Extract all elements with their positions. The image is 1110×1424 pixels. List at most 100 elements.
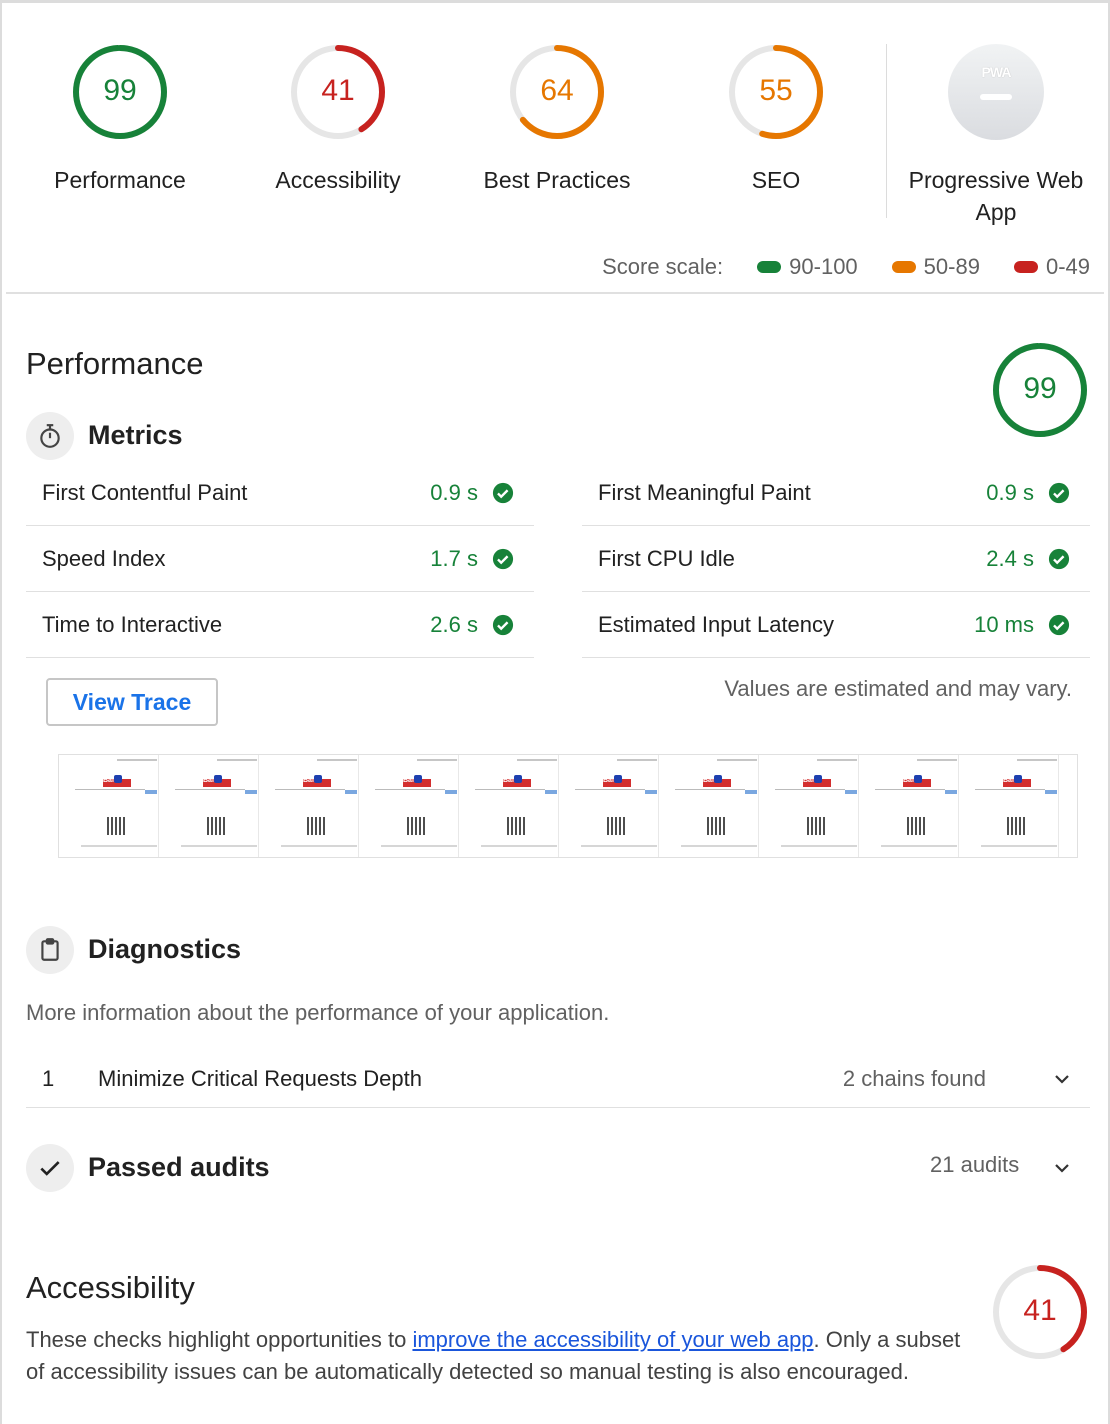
filmstrip-frame: Bai	[959, 755, 1059, 857]
gauge-score: 99	[103, 74, 137, 107]
scale-fail-label: 0-49	[1045, 254, 1090, 279]
filmstrip-frame: Bai	[59, 755, 159, 857]
clipboard-icon	[26, 926, 74, 974]
performance-gauge: 99	[992, 342, 1088, 438]
filmstrip-frame: Bai	[159, 755, 259, 857]
filmstrip-frame: Bai	[459, 755, 559, 857]
gauge-seo[interactable]: 55 SEO	[706, 44, 846, 196]
accessibility-desc-text: These checks highlight opportunities to	[26, 1327, 413, 1352]
metric-name: First Contentful Paint	[42, 479, 248, 505]
thumb-logo-text: Bai	[103, 777, 114, 784]
check-circle-icon	[492, 482, 514, 503]
accessibility-gauge: 41	[992, 1264, 1088, 1360]
check-circle-icon	[1048, 482, 1070, 503]
chevron-down-icon[interactable]	[1050, 1067, 1074, 1091]
check-circle-icon	[1048, 548, 1070, 569]
score-scale-label: Score scale:	[602, 254, 724, 279]
thumb-logo-text: Bai	[1003, 777, 1014, 784]
diagnostics-title: Diagnostics	[88, 934, 242, 964]
filmstrip-frame: Bai	[359, 755, 459, 857]
scale-pass-label: 90-100	[789, 254, 858, 279]
metric-value: 10 ms	[974, 611, 1034, 637]
gauge-score: 55	[759, 74, 793, 107]
metric-first-cpu-idle: First CPU Idle 2.4 s	[582, 526, 1090, 592]
diagnostics-description: More information about the performance o…	[26, 1000, 610, 1025]
pwa-label-line2: App	[975, 199, 1017, 225]
metric-speed-index: Speed Index 1.7 s	[26, 526, 534, 592]
pass-swatch	[757, 261, 782, 273]
thumb-logo-text: Bai	[903, 777, 914, 784]
fail-swatch	[1013, 261, 1038, 273]
gauge-label: Accessibility	[275, 167, 401, 193]
metrics-title: Metrics	[88, 420, 183, 450]
gauge-score: 64	[540, 74, 574, 107]
stopwatch-icon	[26, 412, 74, 460]
summary-separator	[6, 292, 1104, 294]
gauge-accessibility[interactable]: 41 Accessibility	[248, 44, 428, 196]
metric-first-meaningful-paint: First Meaningful Paint 0.9 s	[582, 460, 1090, 526]
gauge-score: 41	[1023, 1294, 1057, 1327]
thumb-logo-text: Bai	[603, 777, 614, 784]
metric-value: 2.4 s	[986, 545, 1034, 571]
metric-value: 0.9 s	[430, 479, 478, 505]
thumb-logo-text: Bai	[303, 777, 314, 784]
audit-row-critical-requests[interactable]: 1 Minimize Critical Requests Depth 2 cha…	[26, 1050, 1090, 1108]
metric-name: First Meaningful Paint	[598, 479, 811, 505]
metric-first-contentful-paint: First Contentful Paint 0.9 s	[26, 460, 534, 526]
thumb-logo-text: Bai	[703, 777, 714, 784]
checkmark-icon	[26, 1144, 74, 1192]
scale-average: 50-89	[891, 254, 980, 280]
gauge-best-practices[interactable]: 64 Best Practices	[462, 44, 652, 196]
metric-name: First CPU Idle	[598, 545, 735, 571]
gauge-label: Progressive Web App	[896, 164, 1096, 228]
passed-audits-count: 21 audits	[930, 1152, 1020, 1177]
check-circle-icon	[492, 614, 514, 635]
scale-pass: 90-100	[757, 254, 858, 280]
gauge-label: Best Practices	[483, 167, 631, 193]
gauge-label: SEO	[751, 167, 801, 193]
filmstrip-frame: Bai	[259, 755, 359, 857]
estimate-note: Values are estimated and may vary.	[724, 676, 1072, 701]
gauge-performance[interactable]: 99 Performance	[40, 44, 200, 196]
filmstrip-frame: Bai	[859, 755, 959, 857]
audit-index: 1	[42, 1065, 55, 1091]
metric-value: 0.9 s	[986, 479, 1034, 505]
audit-title: Minimize Critical Requests Depth	[98, 1065, 422, 1091]
metric-name: Time to Interactive	[42, 611, 223, 637]
performance-title: Performance	[26, 346, 204, 381]
filmstrip-frame: Bai	[659, 755, 759, 857]
metric-time-to-interactive: Time to Interactive 2.6 s	[26, 592, 534, 658]
thumb-logo-text: Bai	[503, 777, 514, 784]
accessibility-description: These checks highlight opportunities to …	[26, 1324, 976, 1388]
filmstrip-frame: Bai	[559, 755, 659, 857]
average-swatch	[891, 261, 916, 273]
thumb-logo-text: Bai	[403, 777, 414, 784]
check-circle-icon	[492, 548, 514, 569]
gauge-score: 41	[321, 74, 355, 107]
filmstrip: Bai Bai Bai Bai Bai Bai Bai Bai Bai Bai	[58, 754, 1078, 858]
chevron-down-icon[interactable]	[1050, 1156, 1074, 1180]
summary-divider	[886, 44, 887, 218]
view-trace-button[interactable]: View Trace	[46, 678, 218, 726]
gauge-label: Performance	[54, 167, 186, 193]
thumb-logo-text: Bai	[203, 777, 214, 784]
filmstrip-frame: Bai	[759, 755, 859, 857]
pwa-badge-text: PWA	[981, 64, 1012, 80]
pwa-badge-icon	[948, 44, 1044, 140]
scale-fail: 0-49	[1013, 254, 1090, 280]
check-circle-icon	[1048, 614, 1070, 635]
score-scale: Score scale: 90-100 50-89 0-49	[602, 254, 1090, 280]
metric-estimated-input-latency: Estimated Input Latency 10 ms	[582, 592, 1090, 658]
scale-average-label: 50-89	[923, 254, 980, 279]
accessibility-learn-link[interactable]: improve the accessibility of your web ap…	[412, 1327, 813, 1352]
passed-audits-title[interactable]: Passed audits	[88, 1152, 270, 1183]
metric-value: 1.7 s	[430, 545, 478, 571]
thumb-logo-text: Bai	[803, 777, 814, 784]
gauge-score: 99	[1023, 372, 1057, 405]
metric-name: Estimated Input Latency	[598, 611, 835, 637]
metric-value: 2.6 s	[430, 611, 478, 637]
gauge-pwa[interactable]: PWA Progressive Web App	[896, 44, 1096, 228]
metric-name: Speed Index	[42, 545, 166, 571]
accessibility-title: Accessibility	[26, 1270, 195, 1305]
audit-display-value: 2 chains found	[842, 1065, 986, 1091]
